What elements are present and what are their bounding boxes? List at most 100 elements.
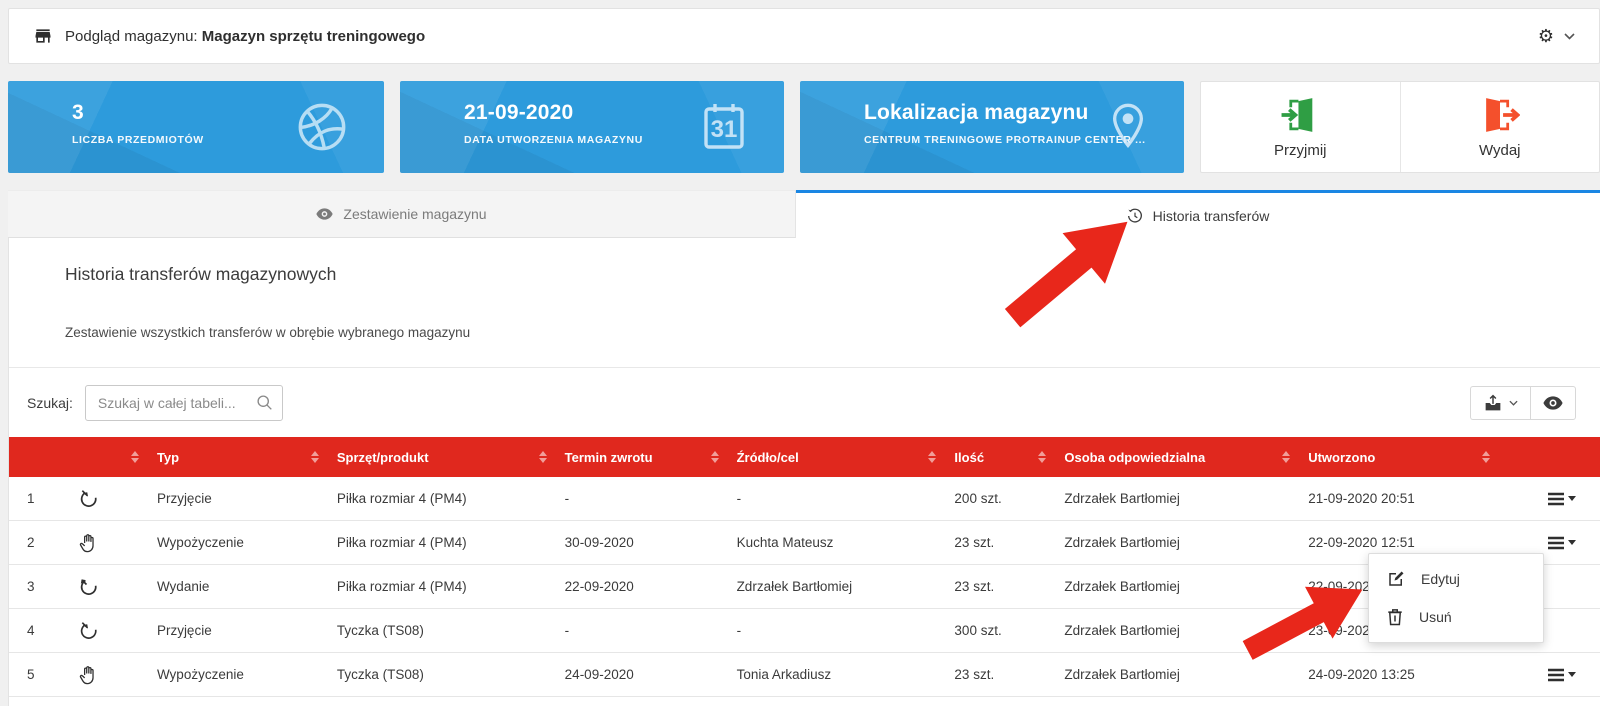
tab-label: Historia transferów [1153, 208, 1270, 224]
cell-ilosc: 23 szt. [946, 667, 1056, 682]
tab-warehouse-summary[interactable]: Zestawienie magazynu [8, 190, 796, 238]
warehouse-actions: Przyjmij Wydaj [1200, 81, 1600, 173]
header-osoba-odpowiedzialna[interactable]: Osoba odpowiedzialna [1056, 437, 1300, 477]
cell-zrodlo: Kuchta Mateusz [729, 535, 947, 550]
chevron-down-icon [1564, 33, 1575, 40]
menu-item-delete[interactable]: Usuń [1369, 598, 1543, 636]
table-row: 4 Przyjęcie Tyczka (TS08) - - 300 szt. Z… [9, 609, 1600, 653]
row-actions-button[interactable] [1547, 492, 1576, 506]
header-row-number [9, 437, 61, 477]
cell-osoba: Zdrzałek Bartłomiej [1056, 579, 1300, 594]
row-actions-button[interactable] [1547, 668, 1576, 682]
row-number: 1 [9, 491, 61, 506]
header-sprzet-produkt[interactable]: Sprzęt/produkt [329, 437, 557, 477]
column-visibility-button[interactable] [1530, 386, 1576, 420]
cell-osoba: Zdrzałek Bartłomiej [1056, 623, 1300, 638]
stat-card-item-count: 3 LICZBA PRZEDMIOTÓW [8, 81, 384, 173]
transfer-out-icon [61, 577, 149, 597]
row-number: 3 [9, 579, 61, 594]
header-utworzono[interactable]: Utworzono [1300, 437, 1500, 477]
header-zrodlo-cel[interactable]: Źródło/cel [729, 437, 947, 477]
sort-icon [928, 451, 936, 463]
cell-utworzono: 24-09-2020 13:25 [1300, 667, 1500, 682]
header-termin-zwrotu[interactable]: Termin zwrotu [557, 437, 729, 477]
page-title-prefix: Podgląd magazynu: [65, 28, 198, 45]
cell-typ: Przyjęcie [149, 623, 329, 638]
table-row: 1 Przyjęcie Piłka rozmiar 4 (PM4) - - 20… [9, 477, 1600, 521]
cell-termin: 22-09-2020 [557, 579, 729, 594]
header-actions [1500, 437, 1600, 477]
transfer-history-panel: Historia transferów magazynowych Zestawi… [8, 238, 1600, 706]
export-button[interactable] [1470, 386, 1530, 420]
sort-icon [1482, 451, 1490, 463]
sort-icon [1282, 451, 1290, 463]
menu-item-edit[interactable]: Edytuj [1369, 560, 1543, 598]
svg-text:31: 31 [711, 116, 738, 143]
cell-termin: - [557, 623, 729, 638]
tab-label: Zestawienie magazynu [343, 206, 486, 222]
edit-icon [1387, 570, 1405, 588]
transfer-in-icon [61, 621, 149, 641]
dribbble-ball-icon [296, 101, 348, 153]
row-number: 2 [9, 535, 61, 550]
cell-sprzet: Tyczka (TS08) [329, 623, 557, 638]
cell-typ: Wypożyczenie [149, 535, 329, 550]
store-icon [33, 26, 53, 46]
search-input[interactable] [85, 385, 283, 421]
table-toolbar: Szukaj: [9, 367, 1600, 437]
cell-termin: 30-09-2020 [557, 535, 729, 550]
tab-transfer-history[interactable]: Historia transferów [796, 190, 1600, 238]
cell-zrodlo: - [729, 491, 947, 506]
page-title: Podgląd magazynu: Magazyn sprzętu trenin… [33, 26, 425, 46]
receive-button[interactable]: Przyjmij [1201, 82, 1400, 172]
cell-typ: Wydanie [149, 579, 329, 594]
cell-typ: Wypożyczenie [149, 667, 329, 682]
search-label: Szukaj: [27, 395, 73, 411]
cell-ilosc: 23 szt. [946, 535, 1056, 550]
row-actions-button[interactable] [1547, 536, 1576, 550]
sort-icon [539, 451, 547, 463]
export-icon [1483, 394, 1503, 412]
cell-ilosc: 200 szt. [946, 491, 1056, 506]
receive-button-label: Przyjmij [1274, 142, 1327, 159]
gear-icon: ⚙ [1538, 26, 1554, 47]
page-header: Podgląd magazynu: Magazyn sprzętu trenin… [8, 8, 1600, 64]
row-context-menu: Edytuj Usuń [1368, 553, 1544, 643]
stat-card-location: Lokalizacja magazynu CENTRUM TRENINGOWE … [800, 81, 1184, 173]
cell-utworzono: 21-09-2020 20:51 [1300, 491, 1500, 506]
eye-icon [1543, 396, 1563, 410]
table-row: 3 Wydanie Piłka rozmiar 4 (PM4) 22-09-20… [9, 565, 1600, 609]
map-pin-icon [1108, 100, 1148, 154]
menu-item-label: Usuń [1419, 609, 1452, 625]
cell-sprzet: Piłka rozmiar 4 (PM4) [329, 535, 557, 550]
cell-osoba: Zdrzałek Bartłomiej [1056, 667, 1300, 682]
menu-item-label: Edytuj [1421, 571, 1460, 587]
door-in-icon [1280, 96, 1320, 134]
header-typ[interactable]: Typ [149, 437, 329, 477]
cell-termin: - [557, 491, 729, 506]
eye-icon [316, 208, 333, 220]
door-out-icon [1480, 96, 1520, 134]
issue-button[interactable]: Wydaj [1400, 82, 1600, 172]
cell-sprzet: Piłka rozmiar 4 (PM4) [329, 491, 557, 506]
warehouse-name: Magazyn sprzętu treningowego [202, 28, 425, 45]
cell-zrodlo: Zdrzałek Bartłomiej [729, 579, 947, 594]
stat-card-created-date: 21-09-2020 DATA UTWORZENIA MAGAZYNU 31 [400, 81, 784, 173]
header-type-icon[interactable] [61, 437, 149, 477]
section-subtitle: Zestawienie wszystkich transferów w obrę… [9, 285, 1600, 340]
sort-icon [131, 451, 139, 463]
cell-osoba: Zdrzałek Bartłomiej [1056, 491, 1300, 506]
header-ilosc[interactable]: Ilość [946, 437, 1056, 477]
section-title: Historia transferów magazynowych [9, 238, 1600, 285]
cell-sprzet: Tyczka (TS08) [329, 667, 557, 682]
trash-icon [1387, 608, 1403, 626]
cell-zrodlo: - [729, 623, 947, 638]
calendar-31-icon: 31 [700, 101, 748, 153]
table-header: Typ Sprzęt/produkt Termin zwrotu Źródło/… [9, 437, 1600, 477]
table-row: 2 Wypożyczenie Piłka rozmiar 4 (PM4) 30-… [9, 521, 1600, 565]
search-icon [256, 394, 273, 411]
row-number: 4 [9, 623, 61, 638]
cell-ilosc: 23 szt. [946, 579, 1056, 594]
settings-menu-button[interactable]: ⚙ [1538, 26, 1575, 47]
cell-ilosc: 300 szt. [946, 623, 1056, 638]
